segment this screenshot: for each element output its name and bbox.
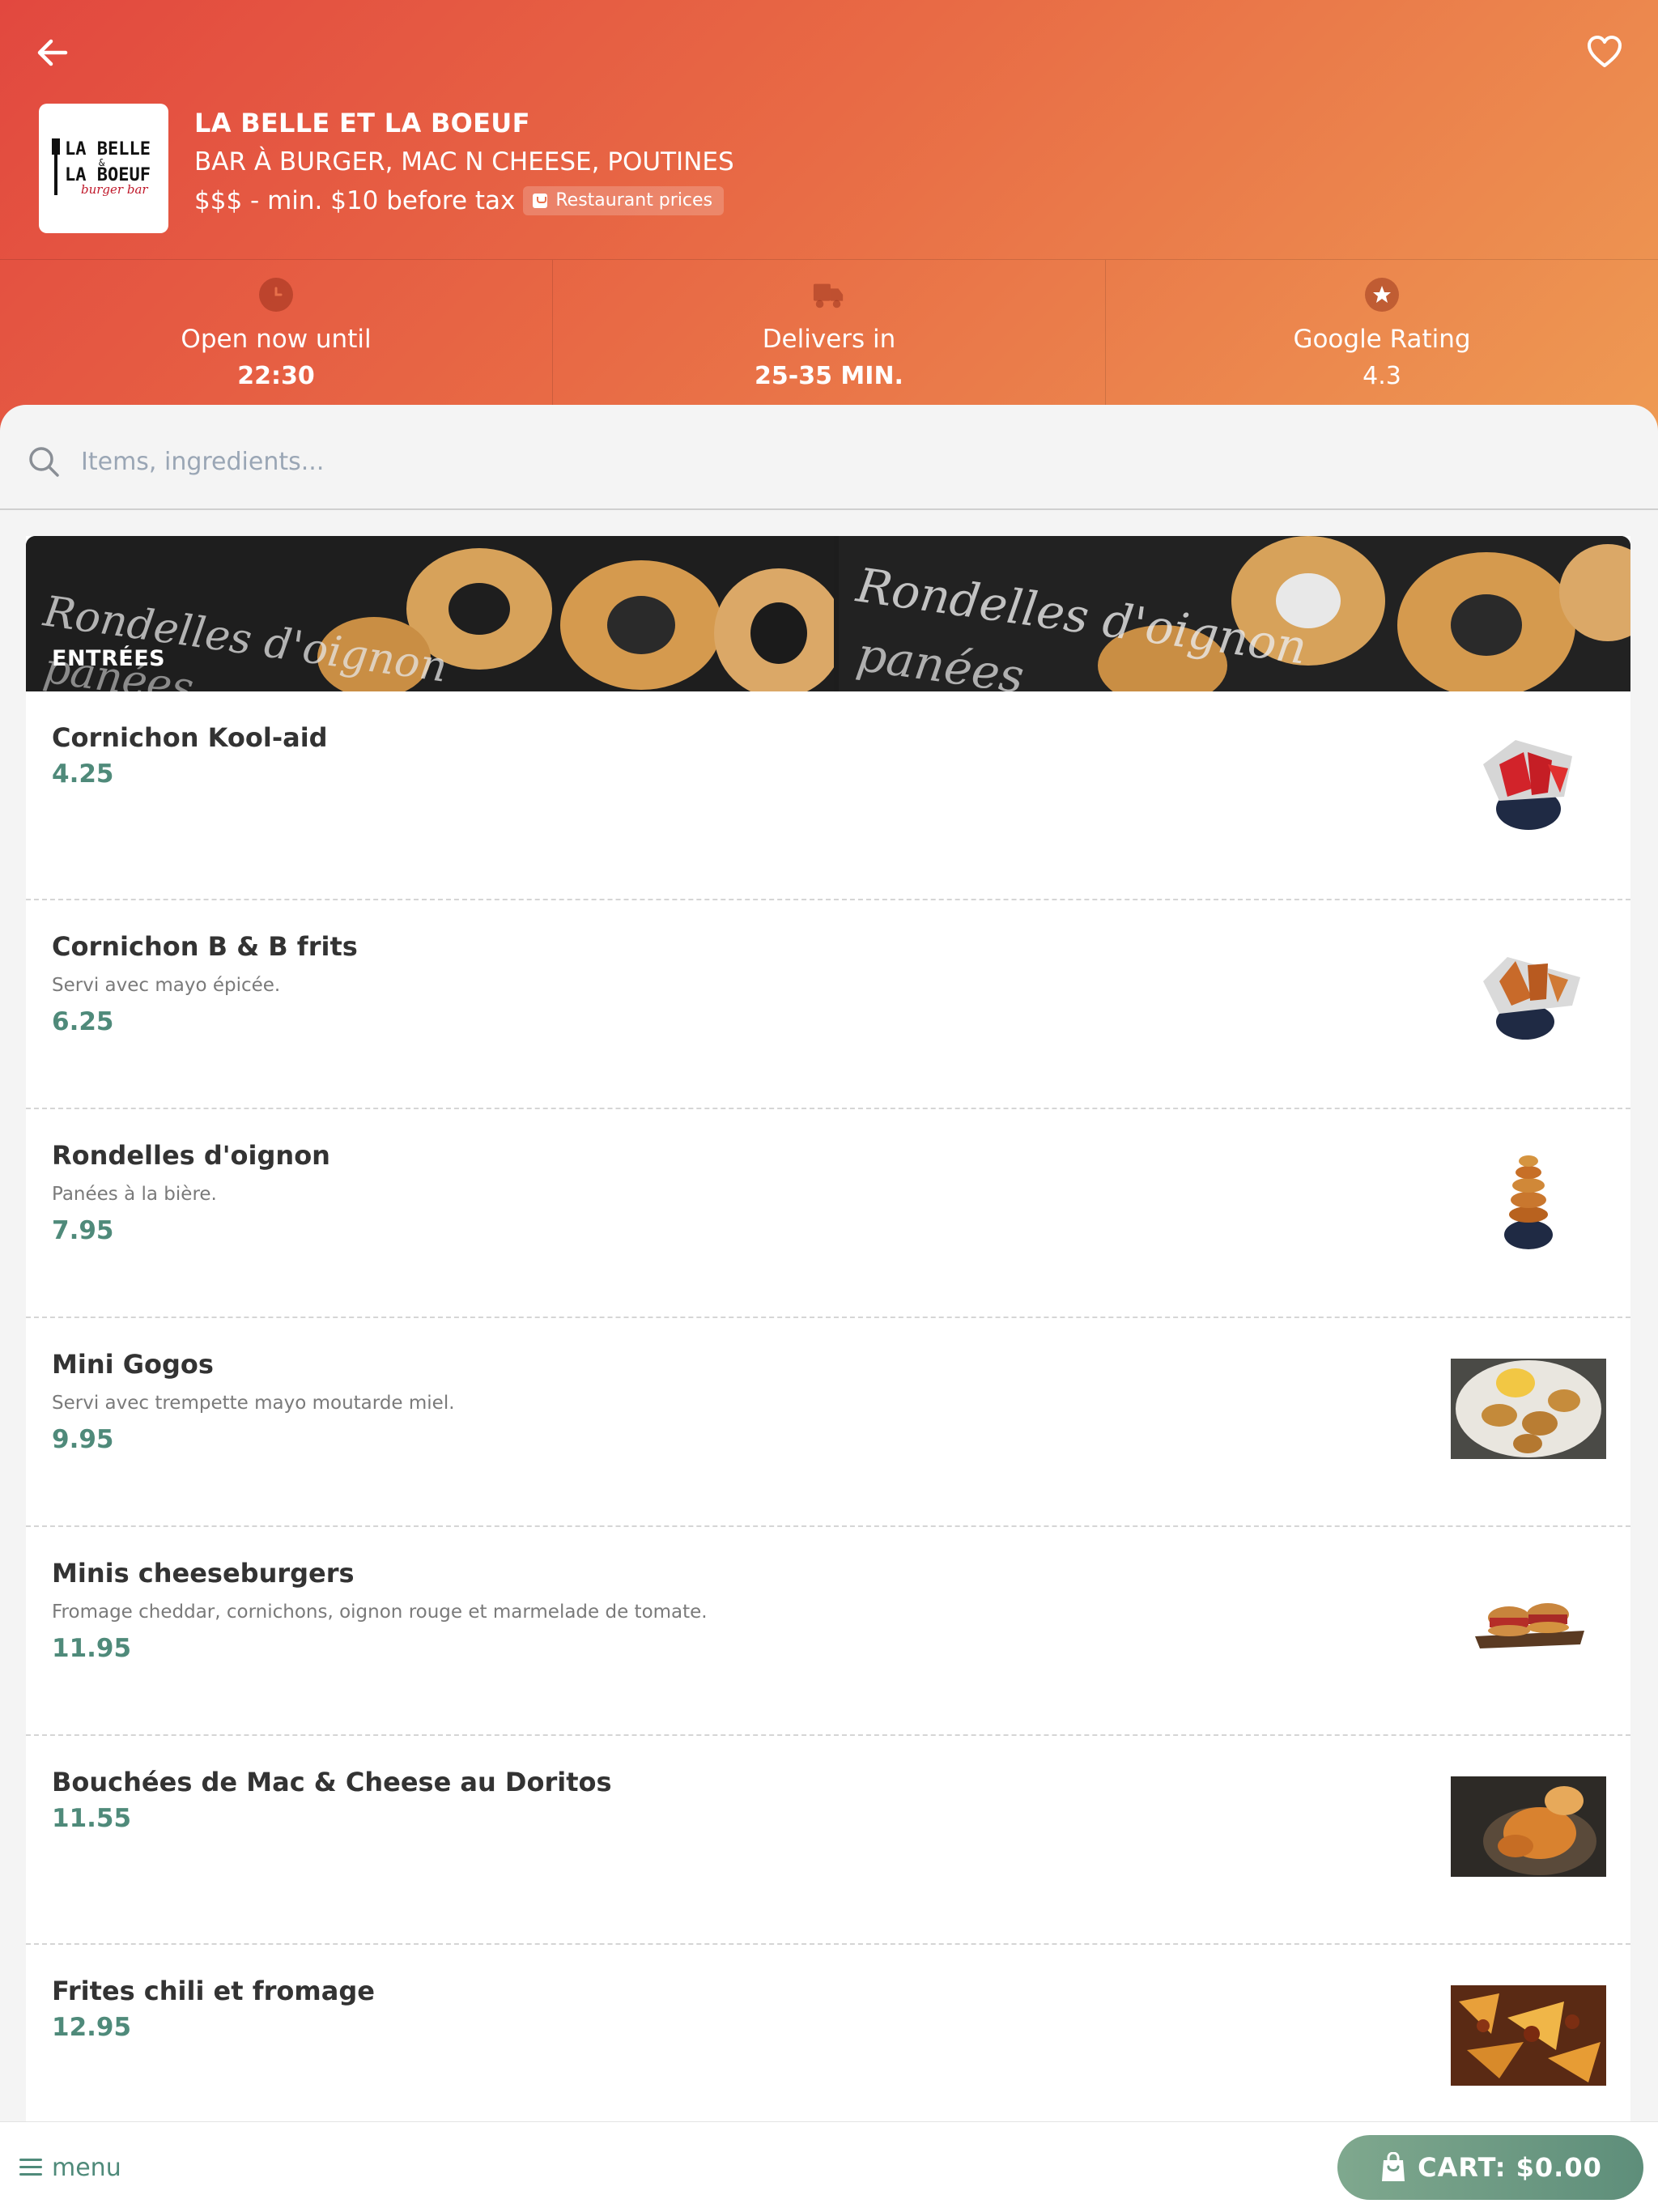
heart-icon xyxy=(1588,36,1622,67)
item-image xyxy=(1504,1155,1553,1249)
stat-open-hours: Open now until 22:30 xyxy=(0,260,552,405)
search-icon xyxy=(29,447,59,477)
clock-icon xyxy=(259,278,293,312)
menu-button[interactable]: menu xyxy=(19,2146,121,2189)
stat-value: 22:30 xyxy=(237,362,315,390)
item-name: Rondelles d'oignon xyxy=(52,1140,330,1171)
item-image xyxy=(1483,740,1572,830)
restaurant-price-row: $$$ - min. $10 before tax Restaurant pri… xyxy=(194,181,734,220)
onion-rings-banner-image: Rondelles d'oignon panées xyxy=(839,536,1630,691)
menu-item[interactable]: Frites chili et fromage 12.95 xyxy=(26,1945,1630,2121)
restaurant-logo: LA BELLE & LA BOEUF burger bar xyxy=(39,104,168,233)
stat-label: Open now until xyxy=(181,325,372,354)
stat-label: Delivers in xyxy=(762,325,896,354)
restaurant-prices-badge[interactable]: Restaurant prices xyxy=(523,186,725,215)
item-description: Servi avec mayo épicée. xyxy=(52,975,281,996)
item-price: 11.95 xyxy=(52,1634,132,1663)
menu-item[interactable]: Bouchées de Mac & Cheese au Doritos 11.5… xyxy=(26,1736,1630,1945)
stat-google-rating: Google Rating 4.3 xyxy=(1105,260,1658,405)
restaurant-info: LA BELLE ET LA BOEUF BAR À BURGER, MAC N… xyxy=(194,105,734,220)
item-price: 11.55 xyxy=(52,1804,132,1833)
stat-value: 25-35 MIN. xyxy=(755,362,903,390)
item-image xyxy=(1451,1985,1606,2086)
item-image xyxy=(1475,1603,1584,1648)
item-price: 6.25 xyxy=(52,1007,114,1036)
item-name: Minis cheeseburgers xyxy=(52,1558,355,1589)
section-banner: Rondelles d'oignon panées Rondelles d'oi… xyxy=(26,536,1630,691)
menu-item[interactable]: Cornichon Kool-aid 4.25 xyxy=(26,691,1630,900)
menu-item[interactable]: Cornichon B & B frits Servi avec mayo ép… xyxy=(26,900,1630,1109)
menu-item[interactable]: Rondelles d'oignon Panées à la bière. 7.… xyxy=(26,1109,1630,1318)
item-price: 7.95 xyxy=(52,1216,114,1245)
bottom-bar: menu CART: $0.00 xyxy=(0,2121,1658,2212)
svg-text:burger bar: burger bar xyxy=(81,182,148,197)
price-info: $$$ - min. $10 before tax xyxy=(194,186,516,215)
menu-item[interactable]: Mini Gogos Servi avec trempette mayo mou… xyxy=(26,1318,1630,1527)
stat-delivery-time: Delivers in 25-35 MIN. xyxy=(552,260,1105,405)
item-name: Mini Gogos xyxy=(52,1349,214,1380)
back-button[interactable] xyxy=(32,32,73,73)
item-description: Panées à la bière. xyxy=(52,1184,217,1205)
hamburger-icon xyxy=(19,2159,42,2176)
arrow-left-icon xyxy=(37,39,68,66)
search-input[interactable] xyxy=(81,437,1538,486)
item-price: 4.25 xyxy=(52,759,114,789)
item-image xyxy=(1451,1776,1606,1877)
stat-label: Google Rating xyxy=(1293,325,1471,354)
item-name: Cornichon B & B frits xyxy=(52,931,358,962)
menu-item[interactable]: Minis cheeseburgers Fromage cheddar, cor… xyxy=(26,1527,1630,1736)
restaurant-header: LA BELLE & LA BOEUF burger bar LA BELLE … xyxy=(0,0,1658,437)
restaurant-name: LA BELLE ET LA BOEUF xyxy=(194,108,530,138)
item-image xyxy=(1451,1359,1606,1459)
item-description: Fromage cheddar, cornichons, oignon roug… xyxy=(52,1602,708,1623)
cart-label: CART: $0.00 xyxy=(1418,2152,1602,2183)
item-name: Cornichon Kool-aid xyxy=(52,722,328,753)
item-price: 12.95 xyxy=(52,2013,132,2042)
price-badge-label: Restaurant prices xyxy=(555,190,713,211)
stat-value: 4.3 xyxy=(1363,362,1401,390)
restaurant-categories: BAR À BURGER, MAC N CHEESE, POUTINES xyxy=(194,147,734,177)
search-bar xyxy=(0,405,1658,510)
menu-list: Rondelles d'oignon panées Rondelles d'oi… xyxy=(26,536,1630,2121)
bag-icon xyxy=(533,194,548,208)
menu-panel: Rondelles d'oignon panées Rondelles d'oi… xyxy=(0,405,1658,2121)
svg-text:LA BELLE: LA BELLE xyxy=(65,139,151,160)
favorite-button[interactable] xyxy=(1582,31,1627,73)
item-name: Bouchées de Mac & Cheese au Doritos xyxy=(52,1767,612,1797)
section-title: ENTRÉES xyxy=(52,646,166,671)
star-icon xyxy=(1365,278,1399,312)
shopping-bag-icon xyxy=(1382,2152,1405,2181)
cart-button[interactable]: CART: $0.00 xyxy=(1337,2135,1643,2200)
delivery-truck-icon xyxy=(812,278,846,312)
item-name: Frites chili et fromage xyxy=(52,1976,375,2006)
restaurant-stats: Open now until 22:30 Delivers in 25-35 M… xyxy=(0,259,1658,405)
menu-label: menu xyxy=(52,2153,121,2182)
item-price: 9.95 xyxy=(52,1425,114,1454)
item-image xyxy=(1483,957,1580,1040)
item-description: Servi avec trempette mayo moutarde miel. xyxy=(52,1393,455,1414)
